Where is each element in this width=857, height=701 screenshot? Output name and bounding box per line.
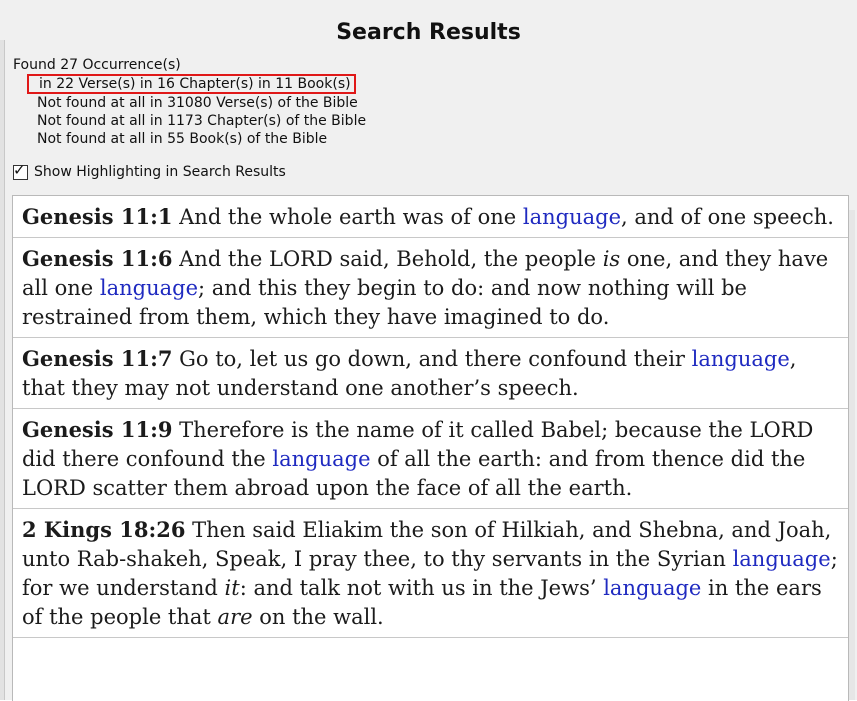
italic-text: is: [602, 247, 621, 271]
results-list[interactable]: Genesis 11:1 And the whole earth was of …: [12, 195, 849, 701]
verse-text: And the whole earth was of one: [172, 205, 523, 229]
verse-chapter-book-count: in 22 Verse(s) in 16 Chapter(s) in 11 Bo…: [27, 74, 356, 94]
verse-text: : and talk not with us in the Jews’: [239, 576, 604, 600]
show-highlighting-checkbox[interactable]: ✓: [13, 161, 28, 180]
verse-reference[interactable]: 2 Kings 18:26: [22, 517, 185, 542]
highlighted-term: language: [272, 447, 371, 471]
show-highlighting-label: Show Highlighting in Search Results: [34, 164, 286, 180]
highlighted-term: language: [732, 547, 831, 571]
verse-reference[interactable]: Genesis 11:7: [22, 346, 172, 371]
verse-reference[interactable]: Genesis 11:1: [22, 204, 172, 229]
italic-text: are: [217, 605, 253, 629]
verse-result[interactable]: Genesis 11:6 And the LORD said, Behold, …: [13, 238, 848, 338]
not-found-books: Not found at all in 55 Book(s) of the Bi…: [37, 131, 328, 147]
italic-text: it: [224, 576, 240, 600]
search-results-panel: Search Results Found 27 Occurrence(s) in…: [0, 0, 857, 701]
checkmark-icon: ✓: [13, 160, 26, 179]
highlighted-term: language: [691, 347, 790, 371]
verse-result[interactable]: Genesis 11:1 And the whole earth was of …: [13, 196, 848, 238]
highlighted-term: language: [99, 276, 199, 300]
verse-result[interactable]: 2 Kings 18:26 Then said Eliakim the son …: [13, 509, 848, 638]
verse-reference[interactable]: Genesis 11:6: [22, 246, 172, 271]
results-scrollbar[interactable]: [849, 210, 855, 700]
verse-text: And the LORD said, Behold, the people: [172, 247, 603, 271]
verse-text: , and of one speech.: [621, 205, 834, 229]
not-found-chapters: Not found at all in 1173 Chapter(s) of t…: [37, 113, 367, 129]
occurrence-count: Found 27 Occurrence(s): [13, 57, 181, 73]
highlighted-term: language: [603, 576, 702, 600]
verse-result[interactable]: Genesis 11:7 Go to, let us go down, and …: [13, 338, 848, 409]
verse-result[interactable]: Genesis 11:9 Therefore is the name of it…: [13, 409, 848, 509]
splitter-edge[interactable]: [0, 40, 5, 700]
verse-text: on the wall.: [252, 605, 384, 629]
page-title: Search Results: [336, 20, 521, 45]
show-highlighting-option[interactable]: ✓ Show Highlighting in Search Results: [13, 161, 286, 180]
verse-text: Go to, let us go down, and there confoun…: [172, 347, 692, 371]
highlighted-term: language: [522, 205, 622, 229]
not-found-verses: Not found at all in 31080 Verse(s) of th…: [37, 95, 358, 111]
search-statistics: Found 27 Occurrence(s) in 22 Verse(s) in…: [13, 56, 366, 148]
verse-reference[interactable]: Genesis 11:9: [22, 417, 172, 442]
